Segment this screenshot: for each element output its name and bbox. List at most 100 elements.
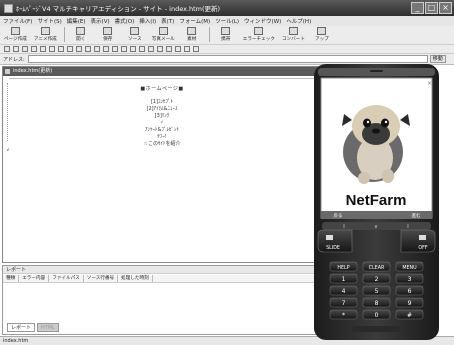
color-icon[interactable]	[166, 46, 172, 52]
menu-tools[interactable]: ツール(L)	[215, 17, 239, 25]
rule-icon[interactable]	[157, 46, 163, 52]
ruler-line	[9, 78, 315, 79]
page-heading: ■ホームページ■	[140, 86, 184, 92]
convert-button[interactable]: コンバート	[282, 27, 305, 42]
key-hash-label: #	[407, 312, 412, 319]
photo-mail-button[interactable]: 写真メール	[152, 27, 175, 42]
key-0-label: 0	[375, 312, 379, 319]
cut-icon[interactable]	[22, 46, 28, 52]
menu-line-5: ﾔﾌｰ!	[157, 134, 167, 140]
tab-html[interactable]: HTML	[37, 323, 59, 332]
convert-label: コンバート	[281, 37, 305, 42]
app-icon	[4, 3, 13, 13]
menu-view[interactable]: 表示(V)	[91, 17, 110, 25]
nav-left-key[interactable]: I	[343, 224, 344, 230]
align-left-icon[interactable]	[76, 46, 82, 52]
menu-file[interactable]: ファイル(F)	[3, 17, 32, 25]
key-3-label: 3	[408, 276, 412, 283]
menu-edit[interactable]: 編集(E)	[67, 17, 86, 25]
key-5-label: 5	[375, 288, 379, 295]
document-tab[interactable]: index.htm(更新)	[3, 67, 321, 76]
nav-right-key[interactable]: I	[407, 224, 408, 230]
end-call-icon	[419, 235, 426, 240]
error-check-button[interactable]: エラーチェック	[243, 27, 275, 42]
align-center-icon[interactable]	[85, 46, 91, 52]
column-time[interactable]: 処理した時刻	[118, 275, 153, 282]
copy-icon[interactable]	[31, 46, 37, 52]
open-button[interactable]: 開く	[71, 27, 91, 42]
anchor-icon[interactable]	[148, 46, 154, 52]
column-filepath[interactable]: ファイルパス	[49, 275, 84, 282]
menu-window[interactable]: ウィンドウ(W)	[244, 17, 281, 25]
new-page-icon	[10, 27, 20, 35]
column-line[interactable]: ソース行番号	[84, 275, 119, 282]
undo-icon[interactable]	[4, 46, 10, 52]
save-icon	[103, 27, 113, 35]
key-1-label: 1	[342, 276, 346, 283]
menu-form[interactable]: フォーム(M)	[179, 17, 210, 25]
link-icon[interactable]	[139, 46, 145, 52]
screen-close-icon[interactable]: ×	[427, 80, 432, 87]
title-bar: ﾎｰﾑﾍﾟｰｼﾞV4 マルチキャリアエディション - サイト - index.h…	[0, 0, 454, 16]
softkey-forward[interactable]: 進む	[412, 212, 421, 219]
editor-area[interactable]: ■ホームページ■ [1]ｺﾝｾﾌﾟﾄ [2]ｱｲﾃﾑ&ﾆｭｰｽ [3]ﾘﾝｸ ↲…	[3, 81, 321, 261]
key-9-label: 9	[408, 300, 412, 307]
redo-icon[interactable]	[13, 46, 19, 52]
column-type[interactable]: 種類	[3, 275, 20, 282]
off-label: OFF	[418, 245, 428, 251]
align-right-icon[interactable]	[94, 46, 100, 52]
mobile-button[interactable]: 携帯	[216, 27, 236, 42]
materials-button[interactable]: 素材	[182, 27, 202, 42]
column-error[interactable]: エラー内容	[19, 275, 50, 282]
address-label: アドレス:	[3, 56, 25, 63]
image-icon[interactable]	[130, 46, 136, 52]
menu-help[interactable]: ヘルプ(H)	[286, 17, 311, 25]
underline-icon[interactable]	[58, 46, 64, 52]
marquee-icon[interactable]	[193, 46, 199, 52]
menu-site[interactable]: サイト(S)	[37, 17, 61, 25]
form-icon[interactable]	[184, 46, 190, 52]
brand-logo: NetFarm	[346, 192, 407, 209]
upload-button[interactable]: アップ	[312, 27, 332, 42]
main-toolbar: ページ作成 アニメ作成 開く 保存 ソース 写真メール 素材 携帯 エラーチェッ…	[0, 26, 454, 45]
indent-icon[interactable]	[112, 46, 118, 52]
key-4-label: 4	[342, 288, 346, 295]
phone-bottom-grip	[352, 326, 401, 332]
convert-icon	[288, 27, 298, 35]
key-7-label: 7	[342, 300, 346, 307]
save-button[interactable]: 保存	[98, 27, 118, 42]
minimize-button[interactable]: _	[411, 2, 424, 14]
menu-table[interactable]: 表(T)	[161, 17, 174, 25]
paste-icon[interactable]	[40, 46, 46, 52]
close-button[interactable]: ×	[439, 2, 452, 14]
new-page-button[interactable]: ページ作成	[4, 27, 27, 42]
maximize-button[interactable]: □	[425, 2, 438, 14]
menu-insert[interactable]: 挿入(I)	[139, 17, 156, 25]
menu-line-4: ｱﾝｹｰﾄ&ﾌﾟﾚｾﾞﾝﾄ	[145, 127, 179, 133]
format-toolbar	[0, 45, 454, 54]
delete-icon[interactable]	[49, 46, 55, 52]
error-check-label: エラーチェック	[242, 37, 275, 42]
softkey-back[interactable]: 戻る	[334, 212, 343, 219]
paragraph-mark: ↲	[159, 119, 165, 125]
bold-icon[interactable]	[67, 46, 73, 52]
photo-mail-icon	[158, 27, 168, 35]
emoji-icon[interactable]	[175, 46, 181, 52]
help-key-label: HELP	[337, 265, 349, 271]
nav-down-key[interactable]: ∨	[374, 224, 378, 230]
source-icon	[130, 27, 140, 35]
key-8-label: 8	[375, 300, 379, 307]
tab-report[interactable]: レポート	[7, 323, 36, 332]
menu-format[interactable]: 書式(O)	[115, 17, 135, 25]
call-icon	[326, 235, 333, 240]
window-title: ﾎｰﾑﾍﾟｰｼﾞV4 マルチキャリアエディション - サイト - index.h…	[16, 5, 221, 13]
animation-label: アニメ作成	[33, 37, 57, 42]
animation-button[interactable]: アニメ作成	[34, 27, 57, 42]
source-button[interactable]: ソース	[125, 27, 145, 42]
list-icon[interactable]	[103, 46, 109, 52]
table-icon[interactable]	[121, 46, 127, 52]
earpiece	[370, 70, 383, 72]
menu-bar: ファイル(F) サイト(S) 編集(E) 表示(V) 書式(O) 挿入(I) 表…	[0, 16, 454, 26]
menu-line-6: ☆このｻｲﾄを紹介	[143, 141, 181, 147]
source-label: ソース	[128, 37, 142, 42]
